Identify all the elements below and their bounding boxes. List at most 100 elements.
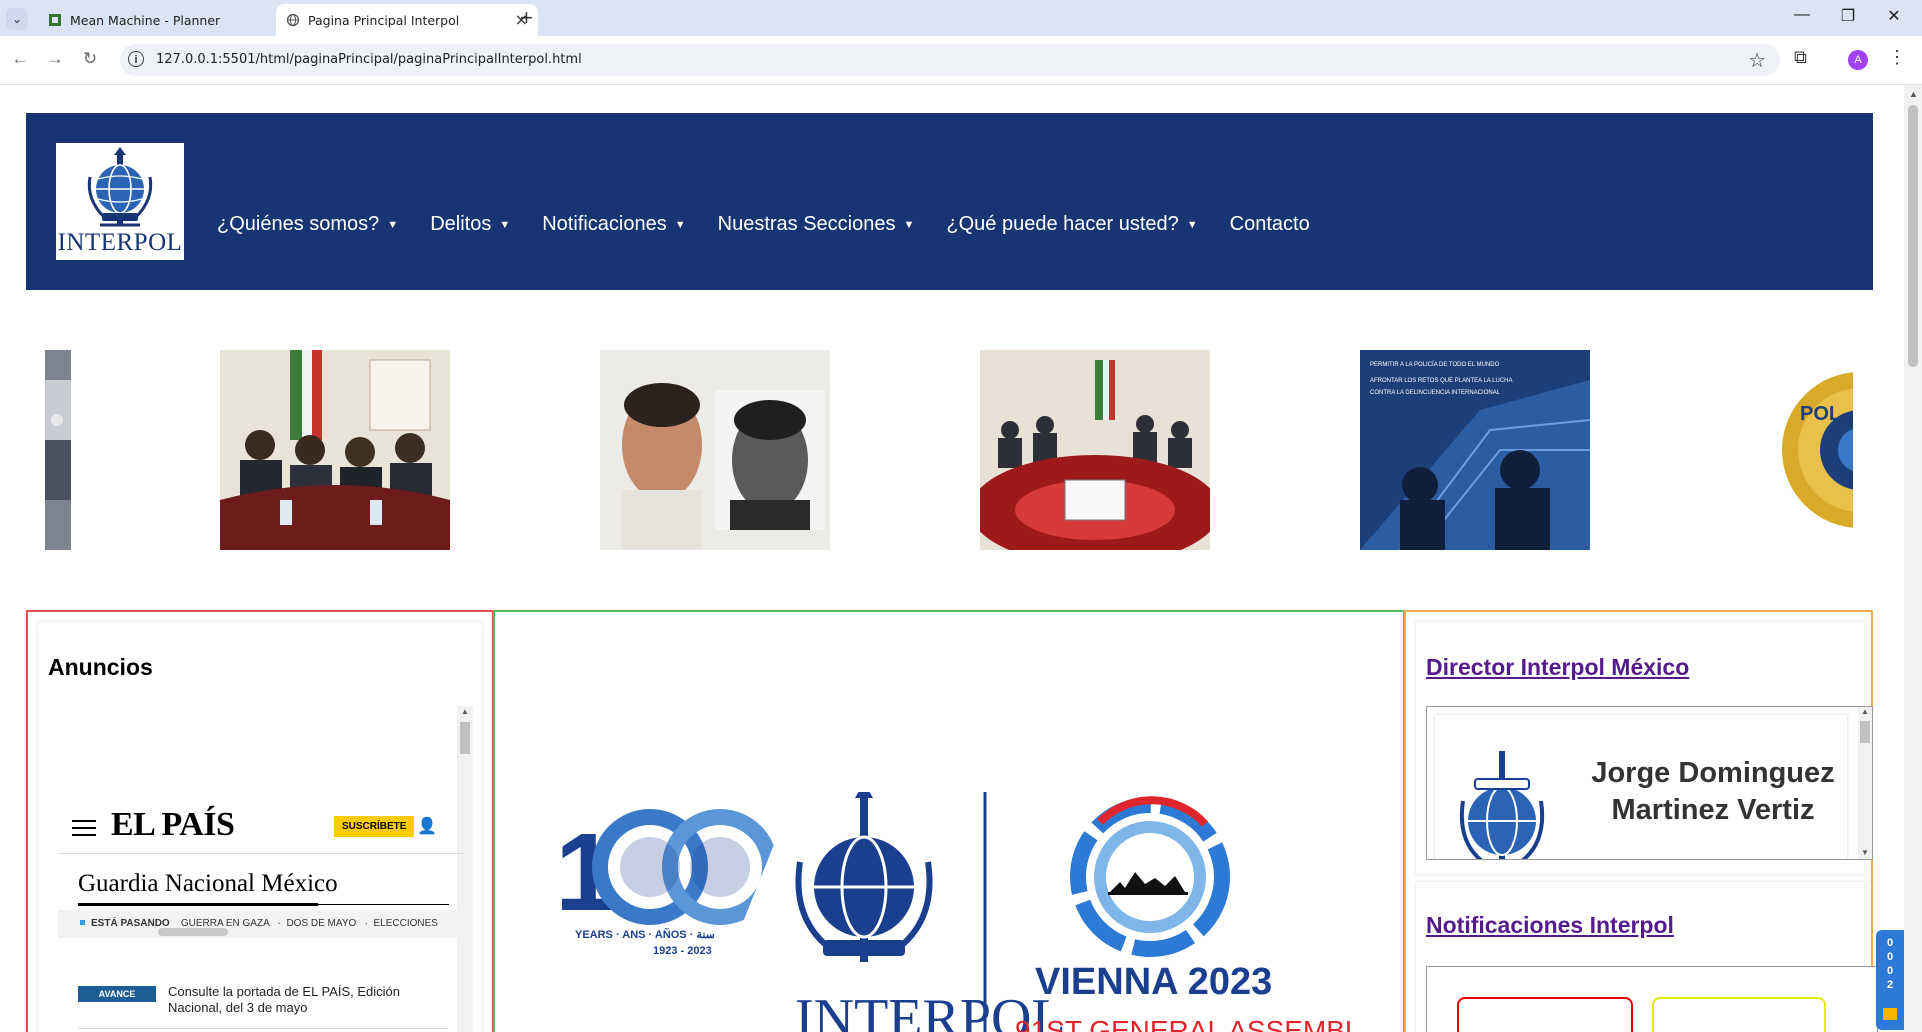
- carousel-slide-mugshots[interactable]: [600, 350, 830, 550]
- svg-text:PERMITIR A LA POLICÍA DE TODO: PERMITIR A LA POLICÍA DE TODO EL MUNDO: [1370, 361, 1500, 368]
- news-headline[interactable]: Consulte la portada de EL PAÍS, Edición …: [168, 984, 438, 1016]
- nav-quienes-somos[interactable]: ¿Quiénes somos? ▼: [217, 213, 398, 236]
- strip-link[interactable]: DOS DE MAYO: [286, 918, 356, 929]
- red-notice-card[interactable]: [1457, 997, 1633, 1032]
- carousel-slide-patrol-car[interactable]: [45, 350, 71, 550]
- section-underline: [78, 903, 318, 906]
- nav-label: ¿Qué puede hacer usted?: [946, 212, 1179, 235]
- meeting-photo: [220, 350, 450, 550]
- general-assembly-label: 91ST GENERAL ASSEMBLY: [1015, 1015, 1355, 1032]
- scroll-up-icon[interactable]: ▲: [1861, 707, 1869, 716]
- page-viewport: INTERPOL ¿Quiénes somos? ▼ Delitos ▼ Notif…: [0, 85, 1904, 1032]
- reload-icon[interactable]: ↻: [78, 49, 102, 69]
- carousel-slide-round-table[interactable]: [980, 350, 1210, 550]
- scroll-up-icon[interactable]: ▲: [461, 707, 469, 716]
- close-window-icon[interactable]: ✕: [1874, 6, 1914, 26]
- nav-label: Delitos: [430, 212, 492, 235]
- nav-notificaciones[interactable]: Notificaciones ▼: [542, 213, 685, 236]
- strip-lead: ESTÁ PASANDO: [91, 918, 170, 929]
- director-iframe[interactable]: Jorge Dominguez Martinez Vertiz ▲ ▼: [1426, 706, 1873, 860]
- round-table-photo: [980, 350, 1210, 550]
- main-nav: ¿Quiénes somos? ▼ Delitos ▼ Notificaciones…: [217, 207, 1342, 241]
- strip-link[interactable]: ELECCIONES: [374, 918, 438, 929]
- center-panel: 1 YEARS · ANS · AÑOS · سنة 1923 - 2023 I…: [493, 610, 1405, 1032]
- notificaciones-link[interactable]: Notificaciones Interpol: [1426, 912, 1674, 939]
- section-underline-thin: [318, 904, 449, 905]
- svg-text:CONTRA LA DELINCUENCIA INTERNA: CONTRA LA DELINCUENCIA INTERNACIONAL: [1370, 390, 1501, 396]
- tab-title: Pagina Principal Interpol: [308, 13, 460, 28]
- chart-icon: [1883, 1008, 1897, 1020]
- floating-side-widget[interactable]: 0002: [1876, 930, 1904, 1030]
- anuncios-title: Anuncios: [48, 654, 153, 680]
- patrol-car-image: [45, 350, 71, 550]
- caret-down-icon: ▼: [1186, 218, 1198, 231]
- avance-badge: AVANCE: [78, 986, 156, 1002]
- url-field[interactable]: i 127.0.0.1:5501/html/paginaPrincipal/pa…: [120, 44, 1780, 76]
- director-card-inner: Jorge Dominguez Martinez Vertiz: [1435, 715, 1847, 859]
- new-tab-icon[interactable]: +: [520, 5, 533, 31]
- hamburger-menu-icon[interactable]: [72, 820, 96, 836]
- nav-delitos[interactable]: Delitos ▼: [430, 213, 510, 236]
- interpol-logo[interactable]: INTERPOL: [56, 143, 184, 260]
- interpol-badge-image: POL: [1740, 350, 1853, 550]
- profile-avatar[interactable]: A: [1848, 50, 1868, 70]
- vienna-title: VIENNA 2023: [1035, 961, 1272, 1003]
- interpol-emblem-icon: [87, 147, 153, 227]
- restore-icon[interactable]: ❐: [1828, 6, 1868, 26]
- section-title[interactable]: Guardia Nacional México: [78, 870, 338, 898]
- director-name: Jorge Dominguez Martinez Vertiz: [1591, 757, 1835, 826]
- scroll-thumb[interactable]: [460, 722, 470, 754]
- notificaciones-iframe[interactable]: [1426, 966, 1878, 1032]
- director-link[interactable]: Director Interpol México: [1426, 654, 1689, 681]
- extensions-icon[interactable]: ⧉: [1794, 47, 1807, 68]
- officers-poster-image: PERMITIR A LA POLICÍA DE TODO EL MUNDO A…: [1360, 350, 1590, 550]
- divider: [78, 1028, 448, 1029]
- iframe-scrollbar[interactable]: ▲ ▼: [1858, 707, 1872, 859]
- bullet-icon: [80, 920, 85, 925]
- page-scrollbar[interactable]: ▲: [1904, 85, 1922, 1032]
- scroll-thumb[interactable]: [1908, 105, 1918, 367]
- years-range: 1923 - 2023: [653, 945, 712, 957]
- el-pais-logo[interactable]: EL PAÍS: [111, 806, 235, 844]
- url-text[interactable]: 127.0.0.1:5501/html/paginaPrincipal/pagi…: [156, 52, 582, 67]
- embed-scrollbar[interactable]: ▲: [457, 706, 473, 1032]
- tab-search-button[interactable]: ⌄: [6, 8, 28, 30]
- caret-down-icon: ▼: [674, 218, 686, 231]
- browser-menu-icon[interactable]: ⋮: [1888, 47, 1906, 68]
- logo-wordmark: INTERPOL: [57, 229, 183, 256]
- yellow-notice-card[interactable]: [1652, 997, 1826, 1032]
- forward-arrow-icon[interactable]: →: [43, 49, 67, 69]
- nav-contacto[interactable]: Contacto: [1230, 213, 1310, 236]
- carousel-slide-meeting[interactable]: [220, 350, 450, 550]
- caret-down-icon: ▼: [387, 218, 399, 231]
- tab-mean-machine[interactable]: Mean Machine - Planner ×: [38, 4, 300, 36]
- scroll-up-icon[interactable]: ▲: [1909, 89, 1918, 99]
- image-carousel: PERMITIR A LA POLICÍA DE TODO EL MUNDO A…: [45, 350, 1853, 550]
- minimize-icon[interactable]: —: [1782, 6, 1822, 24]
- site-info-icon[interactable]: i: [128, 51, 144, 67]
- scroll-down-icon[interactable]: ▼: [1861, 848, 1869, 857]
- globe-favicon-icon: [286, 13, 300, 27]
- trending-strip: ESTÁ PASANDO GUERRA EN GAZA · DOS DE MAY…: [58, 910, 463, 938]
- carousel-slide-officers-poster[interactable]: PERMITIR A LA POLICÍA DE TODO EL MUNDO A…: [1360, 350, 1590, 550]
- scroll-thumb[interactable]: [1860, 721, 1870, 743]
- mugshots-photo: [600, 350, 830, 550]
- caret-down-icon: ▼: [903, 218, 915, 231]
- el-pais-embed[interactable]: ▲ EL PAÍS SUSCRÍBETE 👤 Guardia Nacional …: [48, 706, 473, 1032]
- tab-interpol[interactable]: Pagina Principal Interpol ×: [276, 4, 538, 36]
- bookmark-star-icon[interactable]: ☆: [1748, 48, 1766, 73]
- nav-que-puede-hacer[interactable]: ¿Qué puede hacer usted? ▼: [946, 213, 1197, 236]
- svg-text:AFRONTAR LOS RETOS QUE PLANTEA: AFRONTAR LOS RETOS QUE PLANTEA LA LUCHA: [1370, 378, 1512, 384]
- tab-title: Mean Machine - Planner: [70, 13, 221, 28]
- nav-nuestras-secciones[interactable]: Nuestras Secciones ▼: [718, 213, 915, 236]
- carousel-slide-badge[interactable]: POL: [1740, 350, 1853, 550]
- nav-label: Nuestras Secciones: [717, 212, 896, 235]
- back-arrow-icon[interactable]: ←: [8, 49, 32, 69]
- right-panel: Director Interpol México Jorge Dominguez…: [1404, 610, 1878, 1032]
- planner-favicon-icon: [49, 14, 61, 26]
- horizontal-scroll-thumb[interactable]: [158, 928, 228, 936]
- nav-label: Contacto: [1229, 212, 1310, 235]
- user-icon[interactable]: 👤: [417, 816, 437, 836]
- subscribe-button[interactable]: SUSCRÍBETE: [334, 816, 415, 837]
- vienna-2023-banner[interactable]: 1 YEARS · ANS · AÑOS · سنة 1923 - 2023 I…: [555, 792, 1355, 1032]
